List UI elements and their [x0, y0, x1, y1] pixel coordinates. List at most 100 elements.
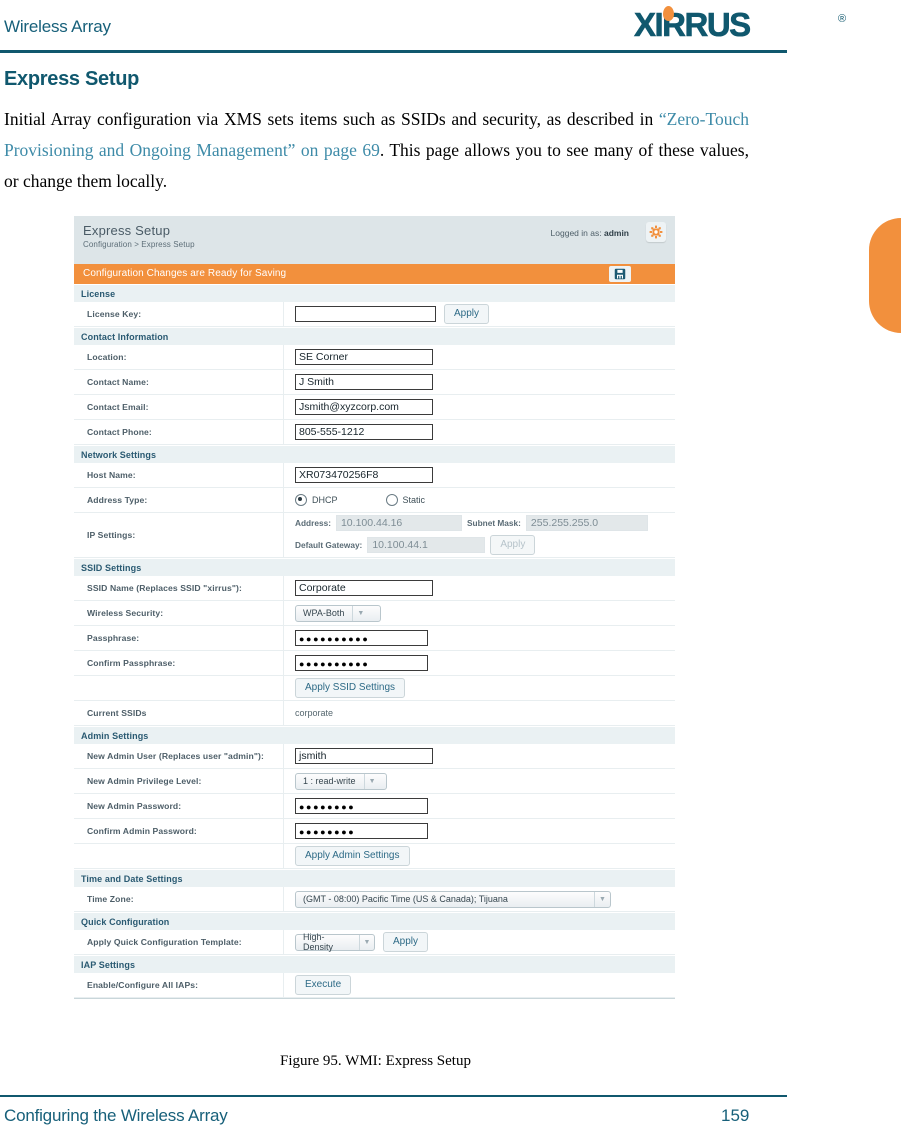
enable-configure-iaps-label: Enable/Configure All IAPs:	[74, 973, 284, 997]
radio-dhcp-icon	[295, 494, 307, 506]
quick-template-apply-button[interactable]: Apply	[383, 932, 429, 952]
section-header-ssid-settings: SSID Settings	[74, 558, 675, 576]
row-confirm-admin-password: Confirm Admin Password: ●●●●●●●●	[74, 819, 675, 844]
section-header-admin-settings: Admin Settings	[74, 726, 675, 744]
location-input[interactable]: SE Corner	[295, 349, 433, 365]
section-header-contact-information: Contact Information	[74, 327, 675, 345]
breadcrumb: Configuration > Express Setup	[83, 240, 195, 249]
apply-admin-settings-button[interactable]: Apply Admin Settings	[295, 846, 410, 866]
row-confirm-passphrase: Confirm Passphrase: ●●●●●●●●●●	[74, 651, 675, 676]
footer-page-number: 159	[721, 1106, 750, 1125]
save-icon[interactable]	[609, 266, 631, 282]
row-apply-admin: Apply Admin Settings	[74, 844, 675, 869]
time-zone-select[interactable]: (GMT - 08:00) Pacific Time (US & Canada)…	[295, 890, 611, 908]
section-header-time-and-date-settings: Time and Date Settings	[74, 869, 675, 887]
license-apply-button[interactable]: Apply	[444, 304, 490, 324]
wmi-express-setup-panel: Express Setup Configuration > Express Se…	[74, 216, 675, 999]
radio-dhcp[interactable]: DHCP	[295, 494, 338, 506]
ip-apply-button: Apply	[490, 535, 536, 555]
privilege-level-select[interactable]: 1 : read-write ▼	[295, 772, 387, 790]
row-address-type: Address Type: DHCP Static	[74, 488, 675, 513]
new-admin-password-input[interactable]: ●●●●●●●●	[295, 798, 428, 814]
row-enable-configure-iaps: Enable/Configure All IAPs: Execute	[74, 973, 675, 998]
xirrus-logo: XIRRUS ®	[634, 6, 849, 44]
confirm-admin-password-input[interactable]: ●●●●●●●●	[295, 823, 428, 839]
logo-registered-mark: ®	[838, 13, 847, 25]
wireless-security-label: Wireless Security:	[74, 601, 284, 625]
ssid-name-label: SSID Name (Replaces SSID "xirrus"):	[74, 576, 284, 600]
chevron-down-icon: ▼	[363, 773, 380, 789]
row-passphrase: Passphrase: ●●●●●●●●●●	[74, 626, 675, 651]
radio-static-label: Static	[402, 495, 426, 505]
gear-icon[interactable]	[646, 222, 666, 242]
row-ip-settings: IP Settings: Address: 10.100.44.16 Subne…	[74, 513, 675, 558]
passphrase-input[interactable]: ●●●●●●●●●●	[295, 630, 428, 646]
apply-admin-spacer	[74, 844, 284, 868]
contact-name-input[interactable]: J Smith	[295, 374, 433, 390]
wireless-security-value: WPA-Both	[303, 608, 345, 618]
row-privilege-level: New Admin Privilege Level: 1 : read-writ…	[74, 769, 675, 794]
page-header: Wireless Array XIRRUS ®	[0, 0, 901, 56]
header-rule	[0, 50, 787, 53]
row-quick-template: Apply Quick Configuration Template: High…	[74, 930, 675, 955]
apply-ssid-spacer	[74, 676, 284, 700]
logged-in-prefix: Logged in as:	[550, 228, 602, 238]
time-zone-label: Time Zone:	[74, 887, 284, 911]
confirm-admin-password-label: Confirm Admin Password:	[74, 819, 284, 843]
footer-rule	[0, 1095, 787, 1097]
ip-address-value: 10.100.44.16	[335, 515, 462, 531]
section-header-quick-configuration: Quick Configuration	[74, 912, 675, 930]
row-new-admin-password: New Admin Password: ●●●●●●●●	[74, 794, 675, 819]
privilege-level-value: 1 : read-write	[303, 776, 356, 786]
default-gateway-label: Default Gateway:	[295, 540, 363, 550]
radio-dhcp-label: DHCP	[312, 495, 338, 505]
row-current-ssids: Current SSIDs corporate	[74, 701, 675, 726]
page-title: Express Setup	[4, 68, 140, 90]
license-key-label: License Key:	[74, 302, 284, 326]
default-gateway-value: 10.100.44.1	[367, 537, 486, 553]
wmi-panel-header: Express Setup Configuration > Express Se…	[74, 216, 675, 264]
ip-address-label: Address:	[295, 518, 331, 528]
row-contact-phone: Contact Phone: 805-555-1212	[74, 420, 675, 445]
license-key-input[interactable]	[295, 306, 436, 322]
running-head: Wireless Array	[4, 17, 111, 36]
row-license-key: License Key: Apply	[74, 302, 675, 327]
logo-dot-icon	[663, 6, 674, 21]
row-contact-email: Contact Email: Jsmith@xyzcorp.com	[74, 395, 675, 420]
intro-text-part1: Initial Array configuration via XMS sets…	[4, 109, 659, 129]
execute-button[interactable]: Execute	[295, 975, 352, 995]
host-name-input[interactable]: XR073470256F8	[295, 467, 433, 483]
new-admin-user-input[interactable]: jsmith	[295, 748, 433, 764]
row-host-name: Host Name: XR073470256F8	[74, 463, 675, 488]
wireless-security-select[interactable]: WPA-Both ▼	[295, 604, 381, 622]
logged-in-status: Logged in as: admin	[551, 228, 629, 238]
confirm-passphrase-input[interactable]: ●●●●●●●●●●	[295, 655, 428, 671]
radio-static-icon	[385, 494, 398, 506]
row-apply-ssid: Apply SSID Settings	[74, 676, 675, 701]
confirm-passphrase-label: Confirm Passphrase:	[74, 651, 284, 675]
location-label: Location:	[74, 345, 284, 369]
new-admin-user-label: New Admin User (Replaces user "admin"):	[74, 744, 284, 768]
subnet-mask-label: Subnet Mask:	[466, 518, 521, 528]
row-ssid-name: SSID Name (Replaces SSID "xirrus"): Corp…	[74, 576, 675, 601]
contact-phone-input[interactable]: 805-555-1212	[295, 424, 433, 440]
contact-email-input[interactable]: Jsmith@xyzcorp.com	[295, 399, 433, 415]
logo-wordmark: XIRRUS	[634, 6, 752, 43]
chevron-down-icon: ▼	[594, 891, 610, 907]
section-header-iap-settings: IAP Settings	[74, 955, 675, 973]
apply-ssid-settings-button[interactable]: Apply SSID Settings	[295, 678, 406, 698]
radio-static[interactable]: Static	[385, 494, 426, 506]
figure-caption: Figure 95. WMI: Express Setup	[280, 1053, 471, 1069]
contact-phone-label: Contact Phone:	[74, 420, 284, 444]
row-contact-name: Contact Name: J Smith	[74, 370, 675, 395]
ssid-name-input[interactable]: Corporate	[295, 580, 433, 596]
quick-template-select[interactable]: High-Density ▼	[295, 932, 375, 952]
intro-paragraph: Initial Array configuration via XMS sets…	[4, 104, 749, 197]
logged-in-username: admin	[603, 228, 629, 238]
chevron-down-icon: ▼	[359, 934, 374, 950]
contact-name-label: Contact Name:	[74, 370, 284, 394]
host-name-label: Host Name:	[74, 463, 284, 487]
section-header-network-settings: Network Settings	[74, 445, 675, 463]
row-new-admin-user: New Admin User (Replaces user "admin"): …	[74, 744, 675, 769]
chevron-down-icon: ▼	[352, 605, 368, 621]
